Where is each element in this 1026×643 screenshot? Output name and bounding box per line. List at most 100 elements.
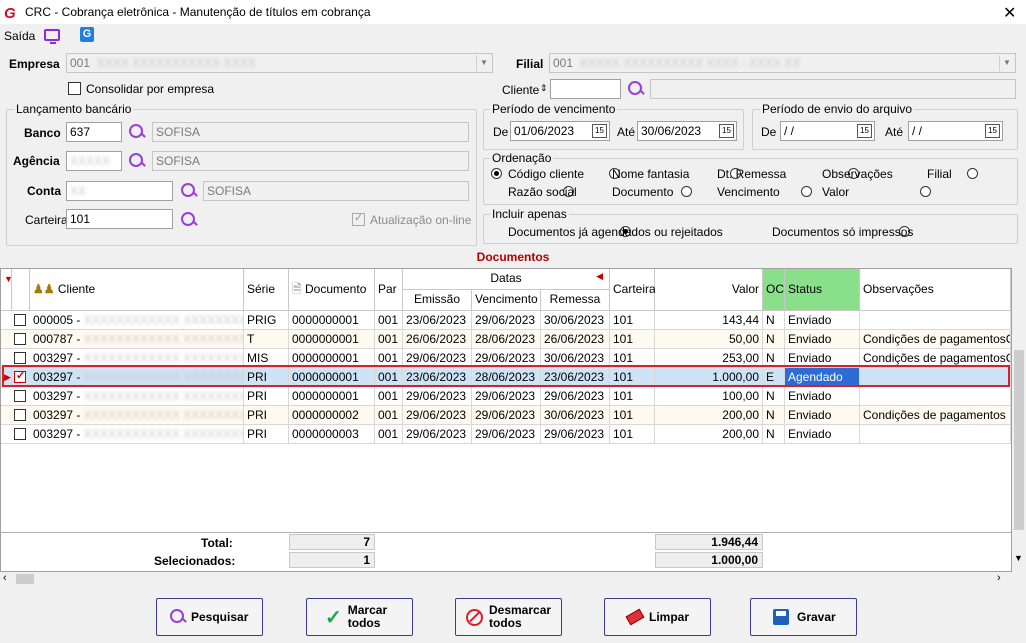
calendar-icon[interactable]: 15 <box>592 124 607 138</box>
header-serie[interactable]: Série <box>244 269 289 311</box>
header-carteira[interactable]: Carteira <box>610 269 656 311</box>
horizontal-scrollbar[interactable]: ‹ › <box>0 572 1012 586</box>
vencimento-ate-input[interactable]: 30/06/2023 15 <box>637 121 737 141</box>
banco-search-icon[interactable] <box>128 123 146 141</box>
table-row[interactable]: 003297 - XXXXXXXXXXXX XXXXXXXXX PRI 000000… <box>1 387 1011 406</box>
consolidar-checkbox[interactable] <box>68 82 81 95</box>
header-status[interactable]: Status <box>785 269 860 311</box>
row-checkbox[interactable] <box>14 314 26 326</box>
sort-left-icon[interactable]: ◀ <box>596 271 603 282</box>
chevron-down-icon[interactable]: ▼ <box>999 55 1014 71</box>
horizontal-scroll-thumb[interactable] <box>16 574 34 584</box>
header-datas-label: Datas <box>490 271 522 285</box>
banco-input[interactable]: 637 <box>66 122 122 142</box>
close-icon[interactable]: ✕ <box>1003 3 1016 23</box>
row-checkbox[interactable] <box>14 409 26 421</box>
desmarcar-todos-button[interactable]: Desmarcar todos <box>455 598 562 636</box>
filial-combo[interactable]: 001 XXXXX XXXXXXXXXX XXXX - XXXX XX ▼ <box>549 53 1016 73</box>
vertical-scroll-thumb[interactable] <box>1014 350 1024 530</box>
header-valor[interactable]: Valor <box>655 269 763 311</box>
agencia-value-blurred: XXXXX <box>70 154 111 168</box>
row-checkbox[interactable]: ✓ <box>14 370 26 383</box>
row-checkbox[interactable] <box>14 333 26 345</box>
cell-text: 000005 - <box>33 313 81 327</box>
gravar-button[interactable]: Gravar <box>750 598 857 636</box>
cell-text: 001 <box>378 313 399 327</box>
cell-obs <box>860 425 1011 444</box>
cell-valor: 143,44 <box>655 311 763 330</box>
envio-de-input[interactable]: / / 15 <box>780 121 875 141</box>
app-g-icon[interactable]: G <box>80 27 94 42</box>
calendar-icon[interactable]: 15 <box>985 124 1000 138</box>
marcar-todos-button[interactable]: ✓ Marcar todos <box>306 598 413 636</box>
cell-text: 000787 - <box>33 332 81 346</box>
documentos-grid[interactable]: ▼ ♟♟ Cliente Série 🗎 Documento Par Datas… <box>0 268 1012 572</box>
cell-remessa: 23/06/2023 <box>541 368 610 387</box>
vertical-scrollbar[interactable]: ▼ <box>1012 268 1026 572</box>
cell-text: 101 <box>613 427 634 441</box>
monitor-icon[interactable] <box>44 29 60 44</box>
cell-emissao: 23/06/2023 <box>403 311 472 330</box>
cell-text: 50,00 <box>728 332 759 346</box>
limpar-button[interactable]: Limpar <box>604 598 711 636</box>
carteira-input[interactable]: 101 <box>66 209 173 229</box>
cell-text: 101 <box>613 389 634 403</box>
radio-documento[interactable] <box>681 186 693 197</box>
header-cliente[interactable]: ♟♟ Cliente <box>30 269 244 311</box>
atualizacao-checkbox[interactable]: ✓ <box>352 212 365 226</box>
vencimento-title: Período de vencimento <box>490 102 618 116</box>
cell-text: MIS <box>247 351 269 365</box>
radio-label-dt-remessa: Dt. Remessa <box>717 167 787 181</box>
header-emissao[interactable]: Emissão <box>403 290 472 311</box>
chevron-down-icon[interactable]: ▼ <box>476 55 491 71</box>
calendar-icon[interactable]: 15 <box>857 124 872 138</box>
scroll-left-icon[interactable]: ‹ <box>3 572 7 584</box>
table-row[interactable]: 003297 - XXXXXXXXXXXX XXXXXXXXX PRI 000000… <box>1 406 1011 425</box>
cell-oc: N <box>763 330 785 349</box>
table-row[interactable]: 000787 - XXXXXXXXXXXX XXXXXXXXX T 00000000… <box>1 330 1011 349</box>
agencia-label: Agência <box>13 154 60 168</box>
table-row[interactable]: 000005 - XXXXXXXXXXXX XXXXXXXXX PRIG 00000… <box>1 311 1011 330</box>
row-checkbox[interactable] <box>14 428 26 440</box>
envio-ate-value: / / <box>912 124 923 138</box>
cell-text: 101 <box>613 351 634 365</box>
header-observacoes[interactable]: Observações <box>860 269 1011 311</box>
cell-documento: 0000000001 <box>289 311 375 330</box>
conta-input[interactable]: XX <box>66 181 173 201</box>
row-checkbox[interactable] <box>14 352 26 364</box>
header-par[interactable]: Par <box>375 269 403 311</box>
header-oc[interactable]: OC <box>763 269 785 311</box>
table-row[interactable]: 003297 - XXXXXXXXXXXX XXXXXXXXX MIS 000000… <box>1 349 1011 368</box>
empresa-combo[interactable]: 001 XXXX XXXXXXXXXXX XXXX ▼ <box>66 53 493 73</box>
agencia-input[interactable]: XXXXX <box>66 151 122 171</box>
row-checkbox[interactable] <box>14 390 26 402</box>
cell-remessa: 29/06/2023 <box>541 387 610 406</box>
agencia-name: SOFISA <box>152 151 469 171</box>
radio-valor[interactable] <box>919 186 931 197</box>
pesquisar-button[interactable]: Pesquisar <box>156 598 263 636</box>
header-indicator: ▼ <box>1 269 13 311</box>
envio-title: Período de envio do arquivo <box>760 102 915 116</box>
carteira-search-icon[interactable] <box>180 211 198 229</box>
radio-codigo-cliente[interactable] <box>491 168 502 179</box>
agencia-search-icon[interactable] <box>128 152 146 170</box>
cliente-input[interactable] <box>550 79 621 99</box>
cliente-search-icon[interactable] <box>627 80 645 98</box>
cliente-name-blurred: XXXXXXXXXXXX XXXXXXXXX <box>80 313 244 327</box>
header-documento[interactable]: 🗎 Documento <box>289 269 375 311</box>
cell-valor: 1.000,00 <box>655 368 763 387</box>
scroll-down-icon[interactable]: ▼ <box>1014 553 1023 563</box>
check-icon: ✓ <box>16 370 26 382</box>
calendar-icon[interactable]: 15 <box>719 124 734 138</box>
filial-name-blurred: XXXXX XXXXXXXXXX XXXX - XXXX XX <box>576 56 801 70</box>
cell-text: 0000000001 <box>292 351 359 365</box>
header-remessa[interactable]: Remessa <box>541 290 610 311</box>
menu-saida[interactable]: Saída <box>4 29 35 43</box>
table-row[interactable]: 003297 - XXXXXXXXXXXX XXXXXXXXX PRI 000000… <box>1 425 1011 444</box>
table-row[interactable]: ▶ ✓ 003297 - XXXXXXXXXXXX XXXXXXXXX PRI 0000… <box>1 368 1011 387</box>
envio-ate-input[interactable]: / / 15 <box>908 121 1003 141</box>
scroll-right-icon[interactable]: › <box>997 572 1001 584</box>
vencimento-de-input[interactable]: 01/06/2023 15 <box>510 121 610 141</box>
header-vencimento[interactable]: Vencimento <box>472 290 541 311</box>
conta-search-icon[interactable] <box>180 182 198 200</box>
